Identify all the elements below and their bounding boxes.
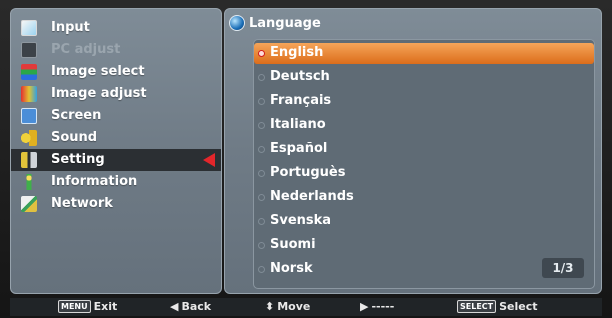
radio-icon [258,242,265,249]
help-select: SELECT Select [457,300,538,313]
menu-item-label: Image select [51,64,145,79]
language-label: English [270,45,324,60]
language-label: Norsk [270,261,313,276]
language-label: Portuguès [270,165,346,180]
submenu-title: Language [229,13,321,33]
setting-icon [21,152,37,168]
language-option-svenska[interactable]: Svenska [254,211,594,232]
radio-icon [258,50,265,57]
menu-item-pc-adjust[interactable]: PC adjust [11,39,221,61]
menu-item-information[interactable]: Information [11,171,221,193]
language-option-espanol[interactable]: Español [254,139,594,160]
submenu-title-label: Language [249,15,321,31]
globe-icon [229,15,245,31]
help-select-label: Select [499,300,538,313]
language-option-deutsch[interactable]: Deutsch [254,67,594,88]
radio-icon [258,74,265,81]
radio-icon [258,98,265,105]
main-menu-panel: Input PC adjust Image select Image adjus… [10,8,222,294]
menu-item-label: PC adjust [51,42,121,57]
language-option-francais[interactable]: Français [254,91,594,112]
information-icon [21,174,37,190]
radio-icon [258,122,265,129]
help-move: ⬍ Move [265,300,310,313]
menu-item-label: Sound [51,130,98,145]
menu-item-image-adjust[interactable]: Image adjust [11,83,221,105]
help-bar: MENU Exit ◀ Back ⬍ Move ▶ ----- SELECT Select [10,298,602,316]
menu-item-label: Setting [51,152,105,167]
selection-arrow-icon [203,153,215,167]
help-next: ▶ ----- [360,300,394,313]
image-adjust-icon [21,86,37,102]
select-key-icon: SELECT [457,300,497,313]
arrow-up-down-icon: ⬍ [265,300,275,313]
screen-icon [21,108,37,124]
help-exit: MENU Exit [58,300,117,313]
arrow-right-icon: ▶ [360,300,369,313]
menu-item-label: Network [51,196,113,211]
menu-item-label: Information [51,174,138,189]
menu-item-label: Screen [51,108,102,123]
help-back-label: Back [181,300,212,313]
language-option-portugues[interactable]: Portuguès [254,163,594,184]
arrow-left-icon: ◀ [170,300,179,313]
language-submenu-panel: Language English Deutsch Français Italia… [224,8,602,294]
help-next-label: ----- [371,300,395,313]
help-back: ◀ Back [170,300,211,313]
menu-item-input[interactable]: Input [11,17,221,39]
language-label: Svenska [270,213,332,228]
page-indicator: 1/3 [542,258,584,278]
menu-item-setting[interactable]: Setting [11,149,221,171]
sound-icon [21,130,37,146]
network-icon [21,196,37,212]
language-option-suomi[interactable]: Suomi [254,235,594,256]
menu-key-icon: MENU [58,300,91,313]
radio-icon [258,266,265,273]
language-option-english[interactable]: English [254,43,594,64]
language-label: Nederlands [270,189,354,204]
language-label: Suomi [270,237,316,252]
pc-adjust-icon [21,42,37,58]
radio-icon [258,218,265,225]
language-label: Español [270,141,328,156]
menu-item-label: Image adjust [51,86,147,101]
help-move-label: Move [277,300,311,313]
radio-icon [258,170,265,177]
language-option-nederlands[interactable]: Nederlands [254,187,594,208]
language-list: English Deutsch Français Italiano Españo… [253,39,595,289]
language-option-italiano[interactable]: Italiano [254,115,594,136]
projector-menu-screen: Input PC adjust Image select Image adjus… [0,0,612,318]
image-select-icon [21,64,37,80]
help-exit-label: Exit [93,300,118,313]
radio-icon [258,146,265,153]
radio-icon [258,194,265,201]
language-label: Français [270,93,332,108]
menu-item-screen[interactable]: Screen [11,105,221,127]
input-icon [21,20,37,36]
menu-item-label: Input [51,20,90,35]
menu-item-network[interactable]: Network [11,193,221,215]
language-label: Deutsch [270,69,330,84]
menu-item-image-select[interactable]: Image select [11,61,221,83]
language-label: Italiano [270,117,326,132]
menu-item-sound[interactable]: Sound [11,127,221,149]
